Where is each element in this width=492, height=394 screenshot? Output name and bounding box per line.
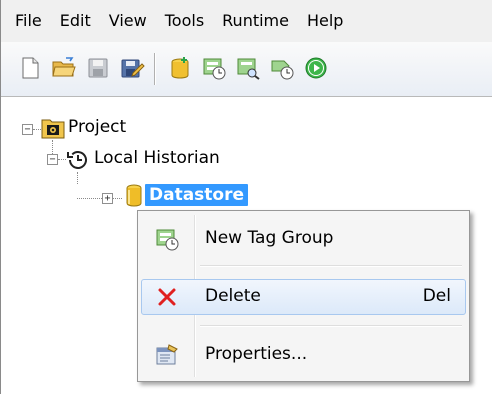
menu-tools[interactable]: Tools xyxy=(157,0,214,42)
tree-connector xyxy=(33,129,41,131)
tree-node-local-historian[interactable]: Local Historian xyxy=(94,148,220,168)
tree-node-datastore[interactable]: Datastore xyxy=(145,184,249,206)
save-as-icon[interactable] xyxy=(119,55,145,81)
menu-item-new-tag-group[interactable]: New Tag Group xyxy=(141,221,466,257)
menu-bar: File Edit View Tools Runtime Help xyxy=(1,0,492,42)
menu-help[interactable]: Help xyxy=(299,0,353,42)
tree-connector xyxy=(77,198,102,200)
new-document-icon[interactable] xyxy=(17,55,43,81)
open-folder-icon[interactable] xyxy=(51,55,77,81)
menu-item-label: New Tag Group xyxy=(205,228,334,248)
tree-connector xyxy=(113,198,122,200)
new-tag-group-icon[interactable] xyxy=(201,55,227,81)
menu-item-properties[interactable]: Properties... xyxy=(141,337,466,373)
menu-separator xyxy=(200,265,462,267)
menu-view[interactable]: View xyxy=(101,0,157,42)
toolbar xyxy=(1,42,492,97)
tag-group-settings-icon[interactable] xyxy=(269,55,295,81)
historian-clock-icon xyxy=(66,148,90,172)
save-icon[interactable] xyxy=(85,55,111,81)
menu-item-label: Delete xyxy=(205,286,261,306)
datastore-expand-toggle[interactable]: + xyxy=(102,193,113,204)
new-tag-group-icon xyxy=(154,226,180,252)
find-tag-icon[interactable] xyxy=(235,55,261,81)
menu-edit[interactable]: Edit xyxy=(52,0,101,42)
menu-item-shortcut: Del xyxy=(422,286,451,306)
menu-file[interactable]: File xyxy=(1,0,52,42)
properties-icon xyxy=(154,342,180,368)
tree-node-project[interactable]: Project xyxy=(68,117,126,137)
new-datastore-icon[interactable] xyxy=(167,55,193,81)
menu-separator xyxy=(200,325,462,327)
project-icon xyxy=(41,117,65,139)
toolbar-separator xyxy=(154,53,156,85)
delete-x-icon xyxy=(154,284,180,310)
menu-item-label: Properties... xyxy=(205,344,308,364)
context-menu: New Tag Group Delete Del Properties... xyxy=(137,210,470,382)
menu-runtime[interactable]: Runtime xyxy=(214,0,299,42)
project-collapse-toggle[interactable]: − xyxy=(22,124,33,135)
historian-collapse-toggle[interactable]: − xyxy=(47,154,58,165)
run-icon[interactable] xyxy=(303,55,329,81)
menu-item-delete[interactable]: Delete Del xyxy=(141,279,466,315)
datastore-cylinder-icon xyxy=(126,184,142,208)
tree-connector xyxy=(52,140,54,154)
tree-connector xyxy=(58,159,66,161)
tree-connector xyxy=(77,172,79,184)
